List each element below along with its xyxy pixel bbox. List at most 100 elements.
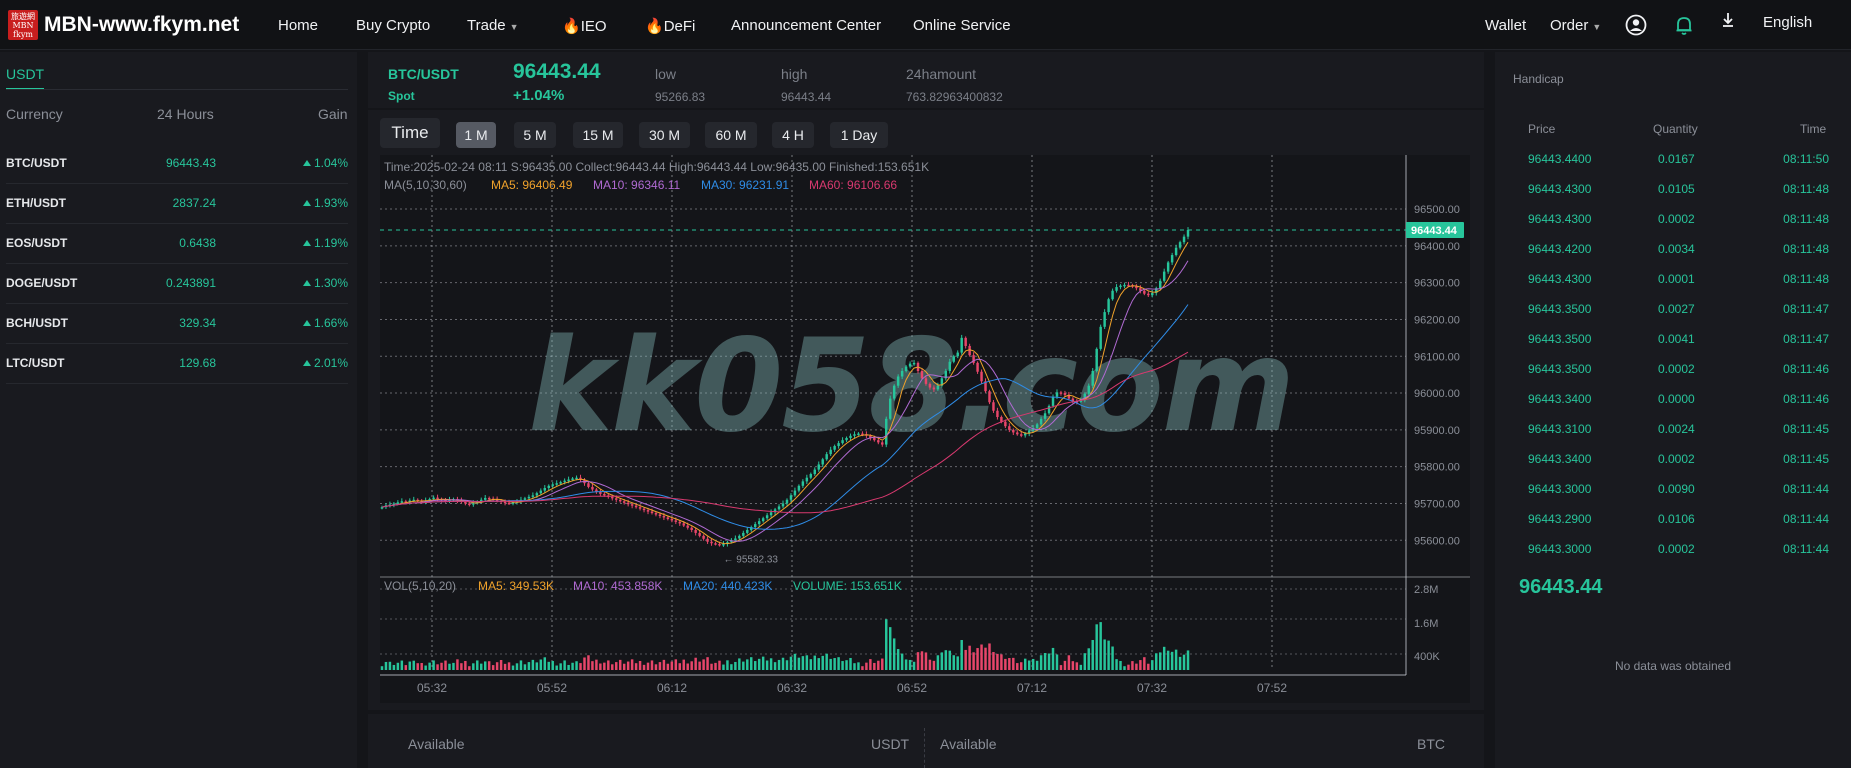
volume-bar	[448, 663, 451, 670]
volume-bar	[464, 660, 467, 670]
trade-row: 96443.3500 0.0027 08:11:47	[1495, 302, 1851, 332]
volume-bar	[964, 649, 967, 670]
handicap-title: Handicap	[1513, 72, 1564, 86]
nav-order-label: Order	[1550, 17, 1589, 34]
volume-bar	[634, 663, 638, 670]
market-row[interactable]: EOS/USDT 0.6438 1.19%	[6, 224, 348, 264]
market-row[interactable]: LTC/USDT 129.68 2.01%	[6, 344, 348, 384]
volume-bar	[877, 660, 880, 670]
volume-bar	[1016, 663, 1019, 670]
nav-home[interactable]: Home	[278, 17, 318, 34]
watermark-text: kk058.com	[528, 312, 1293, 461]
ticker-price: 96443.44	[513, 60, 601, 83]
volume-bar	[809, 659, 813, 670]
arrow-up-icon	[302, 320, 311, 326]
volume-bar	[682, 659, 685, 670]
bell-icon[interactable]	[1673, 14, 1695, 36]
ticker-bar: BTC/USDT Spot 96443.44 +1.04% low 95266.…	[368, 52, 1484, 108]
ticker-amount-label: 24hamount	[906, 66, 977, 82]
volume-bar	[686, 663, 689, 670]
volume-bar	[1079, 664, 1083, 670]
market-price: 96443.43	[165, 156, 216, 170]
volume-bar	[861, 666, 864, 670]
ma30-label: MA30: 96231.91	[701, 178, 789, 192]
volume-bar	[916, 652, 920, 670]
trade-price: 96443.3500	[1528, 332, 1592, 346]
nav-buy-crypto[interactable]: Buy Crypto	[356, 17, 430, 34]
volume-bar	[420, 663, 423, 670]
market-gain-value: 1.04%	[313, 156, 348, 170]
volume-bar	[511, 665, 515, 670]
volume-bar	[559, 663, 562, 670]
volume-bar	[726, 660, 729, 670]
market-gain-value: 1.66%	[313, 316, 348, 330]
candle	[1047, 404, 1051, 415]
language-switch[interactable]: English	[1763, 14, 1812, 31]
trade-time: 08:11:44	[1783, 512, 1829, 526]
tab-usdt[interactable]: USDT	[6, 66, 45, 90]
volume-bar	[555, 665, 558, 670]
volume-bar	[797, 657, 801, 670]
trade-time: 08:11:48	[1783, 182, 1829, 196]
volume-bar	[845, 660, 848, 670]
market-row[interactable]: DOGE/USDT 0.243891 1.30%	[6, 264, 348, 304]
nav-defi[interactable]: 🔥DeFi	[645, 17, 695, 35]
market-symbol: BCH/USDT	[6, 316, 68, 330]
low-marker: ← 95582.33	[723, 555, 778, 566]
ticker-low: 95266.83	[655, 90, 706, 104]
x-tick-label: 06:12	[657, 681, 687, 695]
x-tick-label: 07:12	[1017, 681, 1047, 695]
ma5-label: MA5: 96406.49	[491, 178, 573, 192]
nav-order[interactable]: Order ▼	[1550, 17, 1601, 34]
trade-time: 08:11:44	[1783, 482, 1829, 496]
volume-bar	[1166, 650, 1170, 670]
candlestick-chart[interactable]: kk058.com 96500.00 96400.00 96300.00 96200.…	[368, 110, 1484, 710]
volume-bar	[996, 653, 999, 670]
market-row[interactable]: BTC/USDT 96443.43 1.04%	[6, 144, 348, 184]
logo[interactable]: 旅遊網 MBN fkym MBN-www.fkym.net	[8, 10, 239, 40]
trade-time: 08:11:48	[1783, 242, 1829, 256]
volume-bar	[1155, 653, 1158, 670]
volume-bar	[396, 662, 400, 670]
volume-bar	[468, 666, 471, 670]
download-icon[interactable]	[1717, 10, 1739, 32]
volume-bar	[674, 659, 678, 670]
nav-ieo[interactable]: 🔥IEO	[562, 17, 607, 35]
volume-bar	[865, 662, 868, 670]
ticker-pair: BTC/USDT	[388, 66, 459, 82]
volume-bar	[1170, 651, 1174, 670]
volume-bar	[1107, 640, 1110, 670]
trade-price: 96443.3400	[1528, 392, 1592, 406]
market-row[interactable]: ETH/USDT 2837.24 1.93%	[6, 184, 348, 224]
trade-price: 96443.3500	[1528, 302, 1592, 316]
volume-bar	[849, 657, 852, 670]
user-account-icon[interactable]	[1625, 14, 1647, 36]
trade-row: 96443.4400 0.0167 08:11:50	[1495, 152, 1851, 182]
trade-time: 08:11:47	[1783, 302, 1829, 316]
volume-bar	[611, 664, 614, 670]
volume-bar	[714, 662, 717, 670]
volume-bar	[678, 663, 682, 670]
vol-ma5: MA5: 349.53K	[478, 579, 554, 593]
volume-bar	[483, 661, 487, 670]
volume-bar	[956, 656, 959, 670]
volume-bar	[575, 661, 578, 670]
nav-trade[interactable]: Trade ▼	[467, 17, 519, 34]
volume-bar	[1051, 647, 1055, 670]
market-gain-value: 1.93%	[313, 196, 348, 210]
volume-bar	[992, 652, 995, 670]
x-tick-label: 05:32	[417, 681, 447, 695]
market-row[interactable]: BCH/USDT 329.34 1.66%	[6, 304, 348, 344]
nav-online-service[interactable]: Online Service	[913, 17, 1011, 34]
volume-bar	[785, 660, 789, 670]
volume-bar	[440, 662, 443, 670]
volume-bar	[789, 656, 793, 670]
y-tick-label: 95900.00	[1414, 425, 1460, 437]
volume-bar	[734, 661, 737, 670]
volume-bar	[626, 661, 630, 670]
trade-time: 08:11:48	[1783, 212, 1829, 226]
volume-bar	[932, 660, 936, 670]
arrow-up-icon	[302, 200, 311, 206]
nav-announcement-center[interactable]: Announcement Center	[731, 17, 881, 34]
nav-wallet[interactable]: Wallet	[1485, 17, 1526, 34]
